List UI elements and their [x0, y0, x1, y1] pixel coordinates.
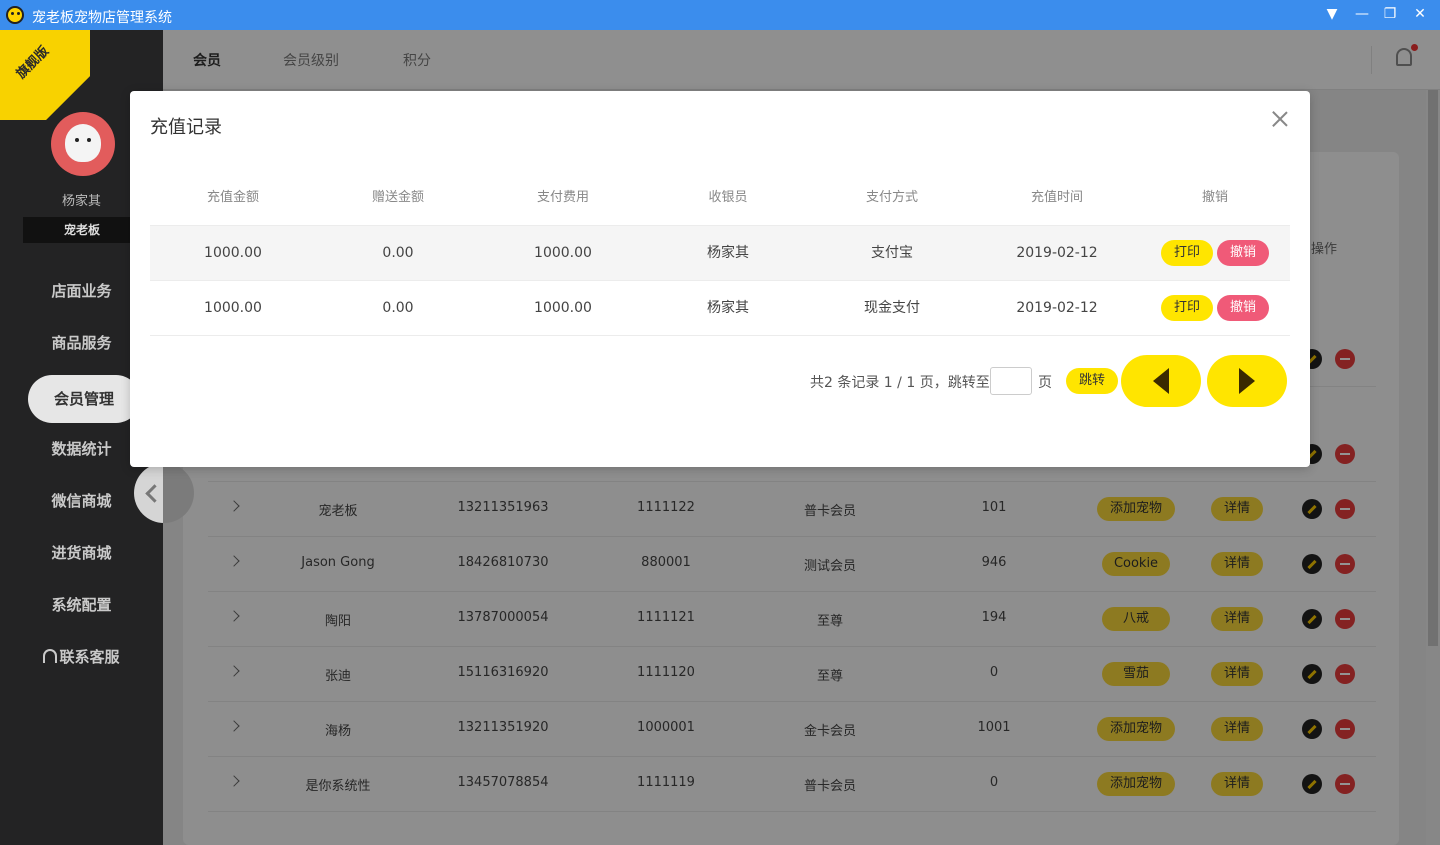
- header-paid: 支付费用: [536, 190, 589, 205]
- minimize-button[interactable]: —: [1352, 4, 1372, 24]
- recharge-amount: 1000.00: [204, 300, 262, 316]
- sidebar-item-support[interactable]: 联系客服: [0, 633, 163, 681]
- revoke-button[interactable]: 撤销: [1217, 295, 1269, 321]
- header-method: 支付方式: [865, 190, 918, 205]
- pager-summary: 共2 条记录 1 / 1 页，跳转至: [810, 375, 990, 391]
- support-label: 联系客服: [59, 648, 120, 666]
- pay-method: 现金支付: [864, 300, 920, 316]
- header-revoke: 撤销: [1201, 190, 1228, 205]
- edition-label: 旗舰版: [13, 43, 53, 83]
- close-window-button[interactable]: ✕: [1410, 4, 1430, 24]
- recharge-time: 2019-02-12: [1016, 300, 1098, 316]
- gift-amount: 0.00: [382, 300, 414, 316]
- header-gift: 赠送金额: [371, 190, 424, 205]
- close-icon[interactable]: [1272, 111, 1288, 127]
- jump-button[interactable]: 跳转: [1066, 368, 1118, 394]
- table-row: 1000.00 0.00 1000.00 杨家其 现金支付 2019-02-12 打印 撤销: [150, 280, 1290, 335]
- print-button[interactable]: 打印: [1161, 240, 1213, 266]
- header-amount: 充值金额: [206, 190, 259, 205]
- recharge-table: 充值金额 赠送金额 支付费用 收银员 支付方式 充值时间 撤销 1000.00 0…: [150, 171, 1290, 336]
- paid-amount: 1000.00: [534, 300, 592, 316]
- revoke-button[interactable]: 撤销: [1217, 240, 1269, 266]
- arrow-right-icon: [1239, 368, 1255, 394]
- table-bottom-border: [150, 335, 1290, 336]
- paid-amount: 1000.00: [534, 245, 592, 261]
- cashier: 杨家其: [707, 245, 749, 261]
- sidebar-item-purchase-mall[interactable]: 进货商城: [0, 529, 163, 577]
- pay-method: 支付宝: [871, 245, 913, 261]
- cashier: 杨家其: [707, 300, 749, 316]
- menu-dropdown-icon[interactable]: ▼: [1322, 4, 1342, 24]
- table-row: 1000.00 0.00 1000.00 杨家其 支付宝 2019-02-12 打印 撤销: [150, 225, 1290, 280]
- app-logo-icon: [6, 6, 24, 24]
- header-time: 充值时间: [1030, 190, 1083, 205]
- recharge-amount: 1000.00: [204, 245, 262, 261]
- pagination: 共2 条记录 1 / 1 页，跳转至 页 跳转: [130, 355, 1310, 407]
- headset-icon: [43, 649, 58, 663]
- next-page-button[interactable]: [1207, 355, 1287, 407]
- prev-page-button[interactable]: [1121, 355, 1201, 407]
- recharge-time: 2019-02-12: [1016, 245, 1098, 261]
- header-cashier: 收银员: [708, 190, 748, 205]
- recharge-record-dialog: 充值记录 充值金额 赠送金额 支付费用 收银员 支付方式 充值时间 撤销 100…: [130, 91, 1310, 467]
- arrow-left-icon: [1153, 368, 1169, 394]
- print-button[interactable]: 打印: [1161, 295, 1213, 321]
- sidebar-item-members[interactable]: 会员管理: [28, 375, 140, 423]
- avatar[interactable]: [51, 112, 115, 176]
- shop-name: 宠老板: [23, 217, 141, 243]
- sidebar-item-settings[interactable]: 系统配置: [0, 581, 163, 629]
- dialog-title: 充值记录: [150, 117, 222, 138]
- window-title: 宠老板宠物店管理系统: [32, 10, 172, 26]
- maximize-button[interactable]: ❐: [1380, 4, 1400, 24]
- title-bar: 宠老板宠物店管理系统 ▼ — ❐ ✕: [0, 0, 1440, 30]
- edition-ribbon: 旗舰版: [0, 30, 90, 120]
- pager-suffix: 页: [1038, 375, 1052, 391]
- page-jump-input[interactable]: [990, 367, 1032, 395]
- gift-amount: 0.00: [382, 245, 414, 261]
- table-header: 充值金额 赠送金额 支付费用 收银员 支付方式 充值时间 撤销: [150, 171, 1290, 225]
